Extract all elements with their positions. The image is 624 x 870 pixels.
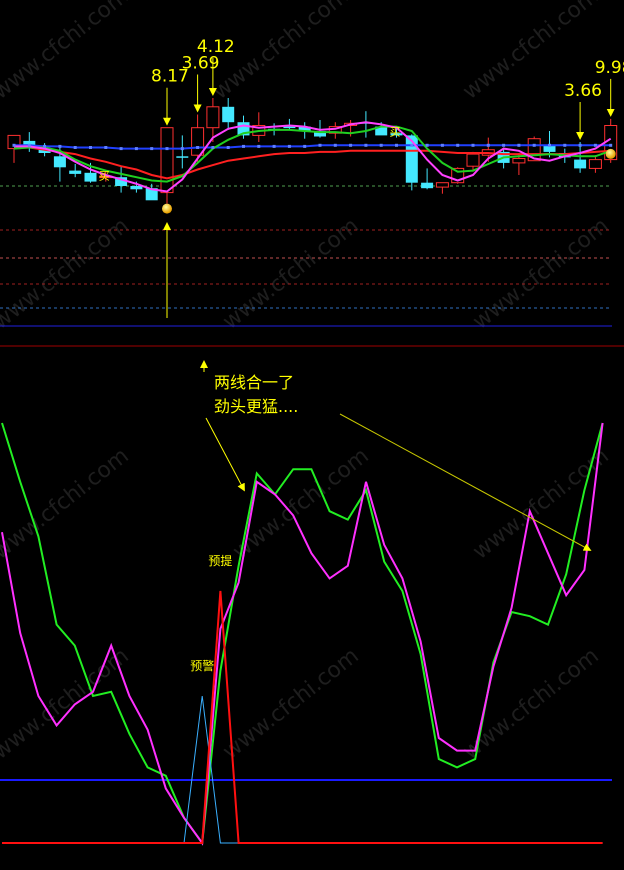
moving-average-dot bbox=[58, 144, 62, 148]
moving-average-dot bbox=[104, 146, 108, 149]
moving-average-dot bbox=[196, 146, 200, 149]
moving-average-dot bbox=[609, 143, 613, 147]
moving-average-dot bbox=[364, 143, 368, 147]
buy-mark: 买 bbox=[99, 170, 110, 183]
moving-average-dot bbox=[242, 144, 245, 148]
annotation-text: 劲头更猛.... bbox=[214, 397, 298, 416]
candle-body-down bbox=[176, 156, 189, 158]
moving-average-dot bbox=[27, 143, 31, 147]
moving-average-dot bbox=[226, 146, 230, 149]
candle-body-down bbox=[130, 186, 143, 190]
buy-mark: 买 bbox=[390, 126, 401, 139]
oscillator-panel: 预提预警 两线合一了劲头更猛.... bbox=[0, 360, 612, 846]
candle-body-down bbox=[283, 126, 296, 129]
moving-average-dot bbox=[43, 144, 47, 148]
watermark-text: www.cfchi.com bbox=[458, 643, 603, 764]
candle-body-down bbox=[405, 135, 418, 183]
moving-average-dot bbox=[425, 143, 429, 147]
watermark-text: www.cfchi.com bbox=[0, 0, 134, 105]
oscillator-signal-label: 预警 bbox=[190, 658, 214, 673]
moving-average-line bbox=[14, 144, 611, 150]
oscillator-signal-label: 预提 bbox=[208, 553, 232, 568]
moving-average-dot bbox=[532, 143, 536, 147]
watermark-text: www.cfchi.com bbox=[218, 213, 363, 334]
moving-average-dot bbox=[440, 143, 444, 147]
price-label: 4.12 bbox=[197, 37, 235, 57]
moving-average-dot bbox=[410, 143, 414, 147]
watermark-text: www.cfchi.com bbox=[218, 643, 363, 764]
candle-body-down bbox=[53, 156, 66, 168]
moving-average-dot bbox=[150, 147, 154, 151]
signal-ball bbox=[605, 148, 616, 159]
watermark-layer: www.cfchi.com www.cfchi.com www.cfchi.com w… bbox=[0, 0, 614, 765]
moving-average-dot bbox=[134, 147, 138, 151]
moving-average-dot bbox=[379, 143, 383, 147]
moving-average-dot bbox=[89, 146, 92, 149]
moving-average-dot bbox=[593, 143, 597, 147]
watermark-text: www.cfchi.com bbox=[0, 443, 134, 564]
moving-average-dot bbox=[272, 144, 276, 148]
candle-body-up bbox=[512, 158, 526, 164]
moving-average-dot bbox=[12, 143, 16, 147]
candle-body-down bbox=[222, 106, 235, 123]
moving-average-dot bbox=[180, 147, 184, 151]
moving-average-dot bbox=[73, 146, 77, 149]
stock-chart: www.cfchi.com www.cfchi.com www.cfchi.com w… bbox=[0, 0, 624, 846]
candle-body-up bbox=[435, 182, 449, 188]
moving-average-dot bbox=[257, 144, 261, 148]
moving-average-dot bbox=[165, 147, 169, 151]
candle-body-down bbox=[421, 182, 434, 189]
candle-body-down bbox=[69, 170, 82, 174]
moving-average-dot bbox=[119, 147, 123, 151]
signal-ball bbox=[162, 203, 172, 214]
watermark-text: www.cfchi.com bbox=[0, 643, 134, 764]
moving-average-dot bbox=[471, 143, 475, 147]
moving-average-dot bbox=[211, 146, 215, 149]
candle-body-up bbox=[466, 153, 480, 167]
moving-average-dot bbox=[548, 143, 551, 147]
moving-average-dot bbox=[456, 143, 460, 147]
moving-average-dot bbox=[303, 144, 307, 148]
moving-average-dot bbox=[395, 143, 398, 147]
moving-average-dot bbox=[578, 143, 582, 147]
moving-average-dot bbox=[287, 144, 291, 148]
watermark-text: www.cfchi.com bbox=[0, 213, 134, 334]
moving-average-dot bbox=[318, 143, 322, 147]
annotation-arrow bbox=[205, 417, 245, 492]
annotation-text: 两线合一了 bbox=[214, 373, 294, 392]
moving-average-dot bbox=[486, 143, 490, 147]
candle-body-up bbox=[206, 106, 220, 129]
moving-average-dot bbox=[517, 143, 521, 147]
price-label: 9.98 bbox=[595, 58, 624, 78]
watermark-text: www.cfchi.com bbox=[468, 213, 613, 334]
moving-average-dot bbox=[349, 143, 353, 147]
candle-body-up bbox=[588, 159, 602, 169]
moving-average-dot bbox=[333, 143, 337, 147]
candle-body-up bbox=[160, 127, 174, 194]
moving-average-dot bbox=[563, 143, 567, 147]
moving-average-dot bbox=[502, 143, 506, 147]
candle-body-down bbox=[574, 159, 587, 169]
price-label: 3.66 bbox=[564, 81, 602, 101]
candlestick-series bbox=[7, 98, 618, 204]
candle-body-down bbox=[84, 172, 97, 182]
